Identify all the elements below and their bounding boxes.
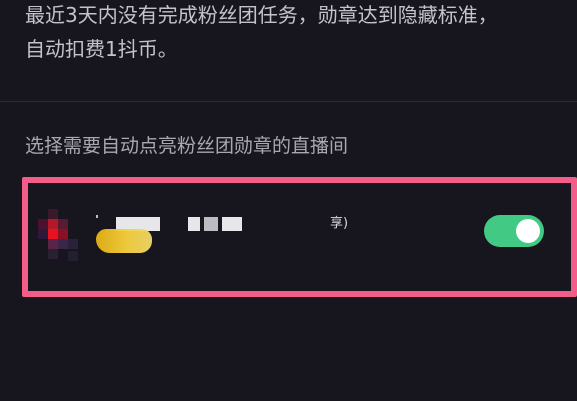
auto-light-toggle[interactable] bbox=[484, 215, 544, 247]
streamer-avatar bbox=[34, 209, 82, 263]
description-line-1: 最近3天内没有完成粉丝团任务，勋章达到隐藏标准， bbox=[25, 3, 498, 27]
fan-club-badge bbox=[96, 229, 152, 253]
section-title: 选择需要自动点亮粉丝团勋章的直播间 bbox=[25, 135, 349, 157]
live-room-row[interactable]: 享) bbox=[28, 183, 571, 291]
description-line-2: 自动扣费1抖币。 bbox=[25, 37, 178, 61]
toggle-knob bbox=[516, 219, 540, 243]
streamer-name-suffix: 享) bbox=[330, 216, 349, 231]
auto-deduct-description: 最近3天内没有完成粉丝团任务，勋章达到隐藏标准， 自动扣费1抖币。 bbox=[25, 0, 575, 66]
section-divider bbox=[0, 101, 577, 102]
